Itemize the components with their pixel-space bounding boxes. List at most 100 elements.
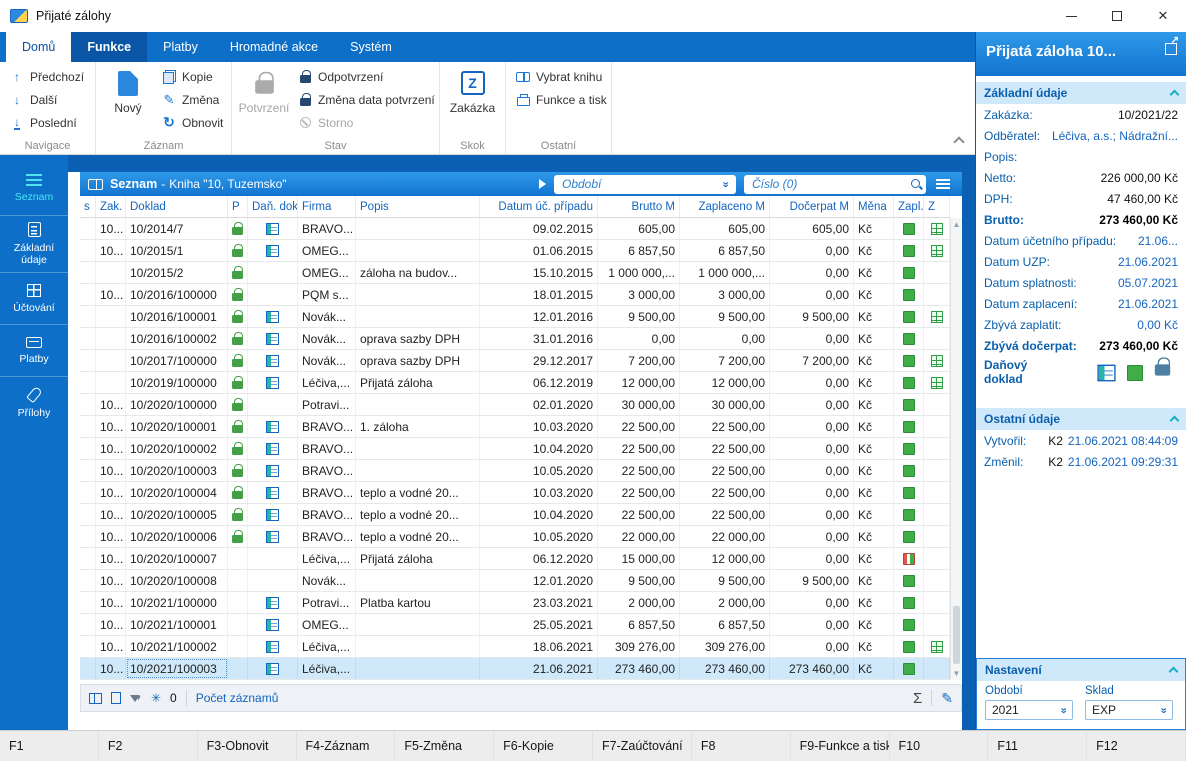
page-icon[interactable]	[111, 692, 121, 704]
fkey-7[interactable]: F7-Zaúčtování	[593, 731, 692, 761]
edit-button[interactable]: Změna	[156, 88, 227, 111]
tab-system[interactable]: Systém	[334, 32, 408, 62]
column-header-brutto-m[interactable]: Brutto M	[598, 196, 680, 217]
detail-field-value[interactable]: 05.07.2021	[1118, 276, 1178, 290]
column-header-z[interactable]: Z	[924, 196, 950, 217]
scroll-down-icon[interactable]	[951, 667, 962, 680]
detail-field-value[interactable]: Léčiva, a.s.; Nádražní...	[1052, 129, 1178, 143]
table-row[interactable]: 10/2016/100002 Novák... oprava sazby DPH 31…	[80, 328, 950, 350]
maximize-button[interactable]	[1094, 0, 1140, 32]
column-header-docerpat-m[interactable]: Dočerpat M	[770, 196, 854, 217]
fkey-2[interactable]: F2	[99, 731, 198, 761]
scrollbar-thumb[interactable]	[953, 606, 960, 664]
filter-icon[interactable]	[130, 694, 142, 702]
scroll-up-icon[interactable]	[951, 218, 962, 231]
change-confirm-date-button[interactable]: Změna data potvrzení	[292, 88, 439, 111]
fkey-11[interactable]: F11	[988, 731, 1088, 761]
ribbon-collapse-icon[interactable]	[953, 136, 965, 148]
minimize-button[interactable]	[1048, 0, 1094, 32]
table-row[interactable]: 10... 10/2020/100001 BRAVO... 1. záloha 10.0…	[80, 416, 950, 438]
column-header-mena[interactable]: Měna	[854, 196, 894, 217]
table-row[interactable]: 10... 10/2021/100002 Léčiva,... 18.06.2021 3…	[80, 636, 950, 658]
section-header-ostatni[interactable]: Ostatní údaje	[976, 408, 1186, 430]
next-button[interactable]: Další	[4, 88, 88, 111]
new-button[interactable]: Nový	[100, 65, 156, 115]
detail-field-value[interactable]: 0,00 Kč	[1137, 318, 1178, 332]
tab-hromadne-akce[interactable]: Hromadné akce	[214, 32, 334, 62]
table-row[interactable]: 10... 10/2020/100007 Léčiva,... Přijatá zál…	[80, 548, 950, 570]
sidebar-item-platby[interactable]: Platby	[0, 324, 68, 376]
table-row[interactable]: 10... 10/2021/100003 Léčiva,... 21.06.2021 2…	[80, 658, 950, 680]
table-row[interactable]: 10/2017/100000 Novák... oprava sazby DPH 29…	[80, 350, 950, 372]
column-header-dan-dokl[interactable]: Daň. dokl.	[248, 196, 298, 217]
previous-button[interactable]: Předchozí	[4, 65, 88, 88]
period-filter[interactable]: Období	[554, 174, 736, 194]
column-header-zapl[interactable]: Zapl.	[894, 196, 924, 217]
table-row[interactable]: 10/2019/100000 Léčiva,... Přijatá záloha 06…	[80, 372, 950, 394]
last-button[interactable]: Poslední	[4, 111, 88, 134]
column-header-zak[interactable]: Zak.	[96, 196, 126, 217]
table-row[interactable]: 10/2015/2 OMEG... záloha na budov... 15.10.…	[80, 262, 950, 284]
table-row[interactable]: 10... 10/2021/100001 OMEG... 25.05.2021 6 85…	[80, 614, 950, 636]
edit-icon[interactable]	[941, 690, 953, 707]
sidebar-item-zakladni-udaje[interactable]: Základní údaje	[0, 215, 68, 272]
filter-asterisk-icon[interactable]	[151, 691, 161, 705]
open-in-window-icon[interactable]	[1165, 35, 1179, 55]
table-row[interactable]: 10... 10/2020/100003 BRAVO... 10.05.2020 22 …	[80, 460, 950, 482]
fkey-6[interactable]: F6-Kopie	[494, 731, 593, 761]
table-row[interactable]: 10... 10/2021/100000 Potravi... Platba kart…	[80, 592, 950, 614]
tax-document-icon[interactable]	[1097, 364, 1116, 382]
period-select[interactable]: 2021	[985, 700, 1073, 720]
sidebar-item-prilohy[interactable]: Přílohy	[0, 376, 68, 428]
column-header-datum-uc-pripadu[interactable]: Datum úč. případu	[480, 196, 598, 217]
functions-print-button[interactable]: Funkce a tisk	[510, 88, 611, 111]
table-row[interactable]: 10... 10/2020/100002 BRAVO... 10.04.2020 22 …	[80, 438, 950, 460]
column-header-firma[interactable]: Firma	[298, 196, 356, 217]
sidebar-item-uctovani[interactable]: Účtování	[0, 272, 68, 324]
columns-icon[interactable]	[89, 692, 102, 704]
sum-icon[interactable]	[913, 690, 922, 707]
table-row[interactable]: 10... 10/2014/7 BRAVO... 09.02.2015 605,00 60…	[80, 218, 950, 240]
fkey-10[interactable]: F10	[890, 731, 989, 761]
table-row[interactable]: 10/2016/100001 Novák... 12.01.2016 9 500,00…	[80, 306, 950, 328]
sidebar-item-seznam[interactable]: Seznam	[0, 163, 68, 215]
unconfirm-button[interactable]: Odpotvrzení	[292, 65, 439, 88]
fkey-1[interactable]: F1	[0, 731, 99, 761]
detail-field-value[interactable]: 21.06.2021	[1118, 255, 1178, 269]
column-header-s[interactable]: s	[80, 196, 96, 217]
fkey-5[interactable]: F5-Změna	[395, 731, 495, 761]
order-button[interactable]: Z Zakázka	[445, 65, 501, 115]
fkey-8[interactable]: F8	[692, 731, 791, 761]
column-header-doklad[interactable]: Doklad	[126, 196, 228, 217]
table-row[interactable]: 10... 10/2020/100000 Potravi... 02.01.2020 3…	[80, 394, 950, 416]
tab-funkce[interactable]: Funkce	[71, 32, 148, 62]
fkey-9[interactable]: F9-Funkce a tisk	[791, 731, 890, 761]
detail-field-value[interactable]: 21.06...	[1138, 234, 1178, 248]
column-header-p[interactable]: P	[228, 196, 248, 217]
play-icon[interactable]	[539, 179, 546, 189]
tab-domu[interactable]: Domů	[6, 32, 72, 62]
close-button[interactable]	[1140, 0, 1186, 32]
fkey-12[interactable]: F12	[1087, 731, 1186, 761]
column-header-popis[interactable]: Popis	[356, 196, 480, 217]
table-row[interactable]: 10... 10/2016/100000 PQM s... 18.01.2015 3 0…	[80, 284, 950, 306]
scrollbar-track[interactable]	[951, 231, 962, 667]
record-count-button[interactable]: Počet záznamů	[196, 691, 279, 705]
vertical-scrollbar[interactable]	[950, 218, 962, 680]
section-header-zakladni[interactable]: Základní údaje	[976, 82, 1186, 104]
detail-field-value[interactable]: 21.06.2021	[1118, 297, 1178, 311]
copy-button[interactable]: Kopie	[156, 65, 227, 88]
table-row[interactable]: 10... 10/2020/100004 BRAVO... teplo a vodné…	[80, 482, 950, 504]
section-header-nastaveni[interactable]: Nastavení	[977, 659, 1185, 681]
number-search[interactable]: Číslo (0)	[744, 174, 926, 194]
select-book-button[interactable]: Vybrat knihu	[510, 65, 611, 88]
warehouse-select[interactable]: EXP	[1085, 700, 1173, 720]
table-row[interactable]: 10... 10/2020/100005 BRAVO... teplo a vodné…	[80, 504, 950, 526]
fkey-3[interactable]: F3-Obnovit	[198, 731, 297, 761]
tab-platby[interactable]: Platby	[147, 32, 214, 62]
list-menu-icon[interactable]	[936, 179, 950, 189]
table-row[interactable]: 10... 10/2020/100008 Novák... 12.01.2020 9 5…	[80, 570, 950, 592]
column-header-zaplaceno-m[interactable]: Zaplaceno M	[680, 196, 770, 217]
table-row[interactable]: 10... 10/2015/1 OMEG... 01.06.2015 6 857,50 6…	[80, 240, 950, 262]
fkey-4[interactable]: F4-Záznam	[297, 731, 396, 761]
